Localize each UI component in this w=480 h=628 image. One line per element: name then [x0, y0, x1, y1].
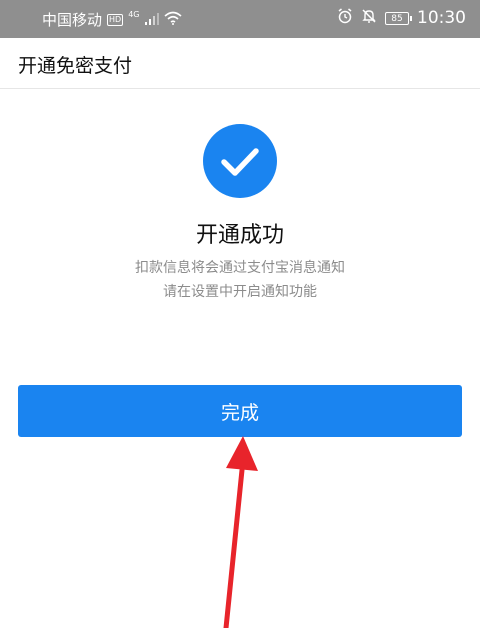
status-right: 85 10:30: [337, 8, 466, 28]
success-check-icon: [203, 124, 277, 198]
signal-icon: [144, 11, 159, 29]
status-left: 中国移动 HD 4G: [42, 9, 182, 30]
result-description-line-2: 请在设置中开启通知功能: [163, 284, 317, 300]
result-description-line-1: 扣款信息将会通过支付宝消息通知: [135, 260, 345, 276]
hd-badge: HD: [107, 13, 124, 26]
carrier-label: 中国移动: [42, 11, 103, 29]
done-button[interactable]: 完成: [18, 385, 462, 437]
battery-icon: 85: [385, 11, 412, 25]
page-title: 开通免密支付: [18, 55, 133, 77]
wifi-icon: [163, 11, 182, 29]
result-panel: 开通成功 扣款信息将会通过支付宝消息通知 请在设置中开启通知功能 完成: [0, 89, 480, 628]
result-title: 开通成功: [195, 223, 284, 248]
clock-time: 10:30: [417, 8, 466, 28]
status-bar: 中国移动 HD 4G 85 10:30: [0, 0, 480, 38]
alarm-icon: [337, 8, 353, 28]
mute-icon: [361, 8, 377, 28]
screen: 中国移动 HD 4G 85 10:30 开通免密支付 开通成功 扣款信息将会通过…: [0, 0, 480, 628]
page-header: 开通免密支付: [0, 38, 480, 89]
network-type: 4G: [128, 10, 140, 19]
